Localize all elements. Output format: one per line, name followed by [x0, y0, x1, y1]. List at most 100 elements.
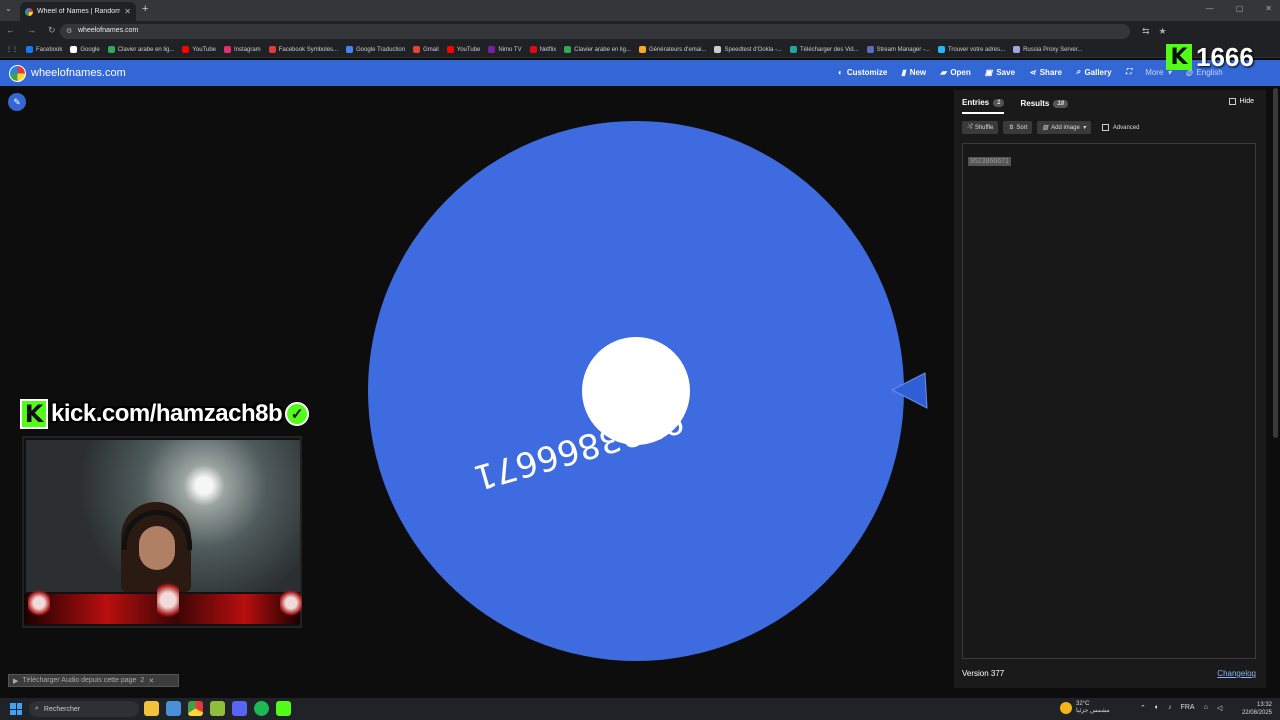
maximize-icon[interactable]: ▢	[1236, 4, 1244, 13]
pencil-icon: ✎	[13, 96, 21, 107]
entries-count-badge: 1	[993, 98, 1005, 107]
forward-icon[interactable]: →	[27, 25, 36, 36]
close-window-icon[interactable]: ✕	[1265, 4, 1272, 13]
bookmark-item[interactable]: YouTube	[446, 46, 480, 53]
reload-icon[interactable]: ↻	[48, 25, 56, 36]
bookmark-favicon-icon	[346, 46, 354, 53]
close-tab-icon[interactable]: ✕	[124, 7, 131, 16]
site-info-icon[interactable]: ⚙	[66, 27, 72, 35]
search-placeholder: Rechercher	[43, 705, 81, 713]
wheel-logo-icon[interactable]	[9, 65, 26, 82]
bookmark-item[interactable]: Gmail	[413, 46, 439, 53]
minecraft-icon[interactable]	[210, 701, 225, 716]
share-button[interactable]: ⋖ Share	[1029, 67, 1062, 77]
bookmark-favicon-icon	[714, 46, 722, 53]
windows-taskbar: ⌕ Rechercher 32°C مشمس جزئيا ⌃ 🔈︎ ♪ FRA …	[0, 698, 1280, 720]
bookmark-item[interactable]: Générateurs d'emai...	[638, 46, 707, 53]
bookmark-item[interactable]: Stream Manager -...	[866, 46, 930, 53]
browser-tab[interactable]: Wheel of Names | Random nam ✕	[20, 2, 136, 21]
bookmark-item[interactable]: Clavier arabe en lig...	[564, 46, 631, 53]
hide-toggle[interactable]: Hide	[1228, 98, 1254, 105]
bookmark-item[interactable]: Russia Proxy Server...	[1013, 46, 1082, 53]
tab-entries[interactable]: Entries 1	[962, 98, 1005, 114]
file-explorer-icon[interactable]	[144, 701, 159, 716]
bookmark-item[interactable]: Instagram	[224, 46, 261, 53]
back-icon[interactable]: ←	[6, 25, 15, 36]
save-button[interactable]: ▣ Save	[985, 67, 1015, 77]
bookmark-favicon-icon	[937, 46, 945, 53]
kick-app-icon[interactable]	[276, 701, 291, 716]
extension-icons: ⇆ ★	[1142, 26, 1167, 37]
weather-widget[interactable]: 32°C مشمس جزئيا	[1060, 701, 1110, 714]
network-icon[interactable]: ⌂	[1204, 704, 1208, 712]
sort-button[interactable]: ⇅ Sort	[1003, 121, 1033, 134]
kick-count-text: 1666	[1196, 41, 1254, 72]
advanced-toggle[interactable]: Advanced	[1101, 124, 1140, 131]
bookmark-item[interactable]: Google Traduction	[346, 46, 405, 53]
bookmark-item[interactable]: Clavier arabe en lig...	[107, 46, 175, 53]
speaker-icon[interactable]: 🔈︎	[1155, 704, 1159, 712]
translate-icon[interactable]: ⇆	[1142, 26, 1150, 37]
add-image-button[interactable]: ▨ Add image ▾	[1037, 121, 1091, 134]
mail-icon[interactable]	[166, 701, 181, 716]
microphone-icon[interactable]: ♪	[1168, 704, 1172, 712]
new-button[interactable]: ▮ New	[901, 67, 926, 77]
tray-chevron-icon[interactable]: ⌃	[1140, 704, 1146, 712]
new-tab-icon[interactable]: +	[142, 3, 148, 15]
bookmark-favicon-icon	[529, 46, 537, 53]
bookmark-favicon-icon	[26, 46, 33, 53]
shuffle-button[interactable]: ⤮ Shuffle	[962, 121, 999, 134]
taskbar-clock[interactable]: 13:32 22/08/2025	[1242, 701, 1272, 717]
bookmark-item[interactable]: Nimo TV	[488, 46, 522, 53]
wheel-center-button[interactable]	[582, 337, 690, 445]
minimize-icon[interactable]: —	[1206, 4, 1214, 13]
hide-checkbox[interactable]	[1228, 98, 1236, 105]
taskbar-search-input[interactable]: ⌕ Rechercher	[29, 701, 139, 717]
language-indicator[interactable]: FRA	[1181, 704, 1195, 712]
page-scrollbar[interactable]	[1273, 88, 1278, 438]
spotify-icon[interactable]	[254, 701, 269, 716]
url-input[interactable]: ⚙ wheelofnames.com	[60, 24, 1130, 39]
kick-logo-icon: K	[1166, 44, 1192, 70]
changelog-link[interactable]: Changelog	[1217, 669, 1256, 678]
volume-icon[interactable]: ◁	[1217, 704, 1222, 712]
wheel[interactable]: 9523866671	[360, 115, 940, 665]
kick-url-text: kick.com/hamzach8b	[51, 400, 283, 427]
site-name[interactable]: wheelofnames.com	[31, 67, 126, 79]
bookmark-label: Google Traduction	[356, 46, 406, 53]
gallery-button[interactable]: ⌕ Gallery	[1076, 67, 1112, 77]
fullscreen-button[interactable]: ⛶	[1126, 67, 1132, 77]
close-icon[interactable]: ✕	[148, 677, 154, 685]
bookmark-item[interactable]: Speedtest d'Ookla -...	[714, 46, 782, 53]
windows-start-icon[interactable]	[10, 703, 22, 715]
bookmark-item[interactable]: Télécharger des Vid...	[789, 46, 859, 53]
download-audio-bar[interactable]: ▶ Télécharger Audio depuis cette page 2 …	[8, 674, 179, 687]
bookmark-item[interactable]: Facebook	[26, 46, 62, 53]
bookmark-item[interactable]: YouTube	[182, 46, 216, 53]
bookmark-label: Facebook Symboles...	[278, 46, 339, 53]
bookmark-item[interactable]: Netflix	[529, 46, 556, 53]
address-toolbar: ← → ↻ ⚙ wheelofnames.com ⇆ ★	[0, 21, 1280, 42]
share-icon: ⋖	[1029, 67, 1036, 77]
bookmark-item[interactable]: Google	[70, 46, 100, 53]
bookmark-label: Générateurs d'emai...	[648, 46, 707, 53]
results-tab-label: Results	[1020, 99, 1050, 108]
entries-textarea[interactable]: 9523866671	[962, 143, 1256, 659]
bookmark-favicon-icon	[107, 46, 115, 53]
customize-button[interactable]: ◐ Customize	[838, 67, 887, 77]
open-button[interactable]: ▰ Open	[940, 67, 971, 77]
bookmark-star-icon[interactable]: ★	[1159, 26, 1167, 37]
tab-search-icon[interactable]: ⌄	[5, 4, 12, 13]
discord-icon[interactable]	[232, 701, 247, 716]
bookmark-item[interactable]: Facebook Symboles...	[268, 46, 339, 53]
advanced-checkbox[interactable]	[1101, 124, 1109, 131]
apps-grid-icon[interactable]: ⋮⋮	[6, 46, 18, 53]
bookmark-label: Russia Proxy Server...	[1023, 46, 1083, 53]
tab-results[interactable]: Results 18	[1020, 98, 1069, 114]
chrome-icon[interactable]	[188, 701, 203, 716]
edit-pencil-button[interactable]: ✎	[8, 93, 26, 111]
bookmark-favicon-icon	[488, 46, 496, 53]
wheel-favicon-icon	[25, 7, 33, 16]
bookmark-label: Clavier arabe en lig...	[117, 46, 175, 53]
bookmark-item[interactable]: Trouver votre adres...	[937, 46, 1005, 53]
